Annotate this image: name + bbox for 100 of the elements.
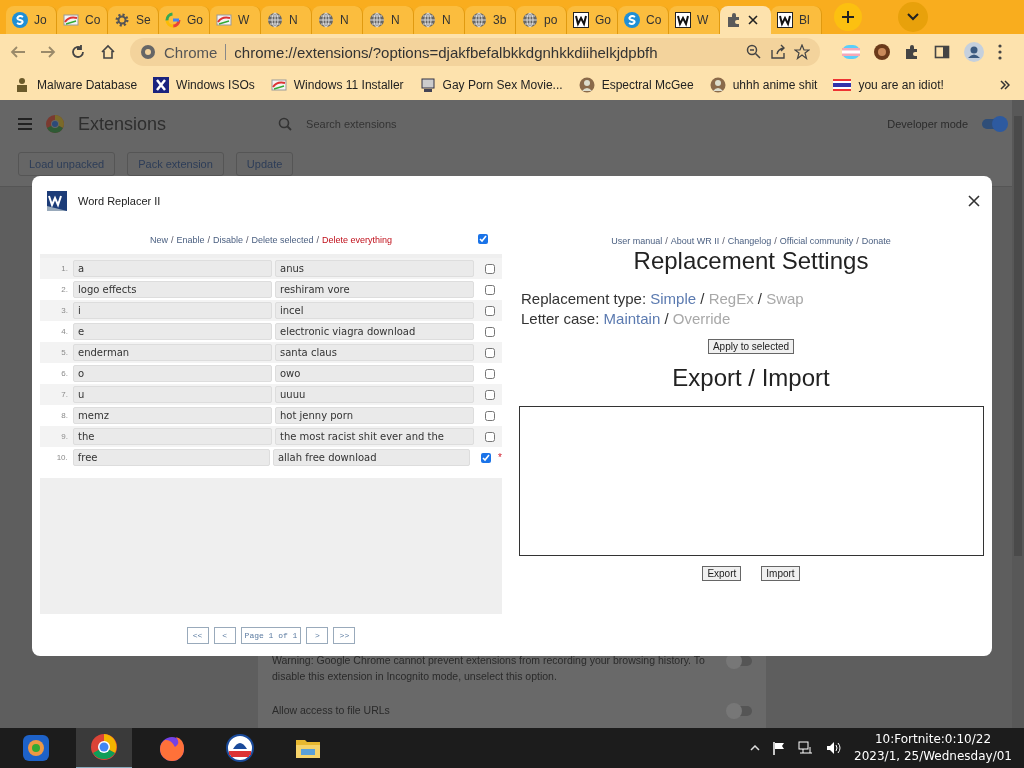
- replace-field[interactable]: hot jenny porn: [275, 407, 474, 424]
- back-icon[interactable]: [10, 44, 26, 60]
- replace-field[interactable]: the most racist shit ever and the: [275, 428, 474, 445]
- replace-field[interactable]: uuuu: [275, 386, 474, 403]
- replace-field[interactable]: santa claus: [275, 344, 474, 361]
- find-field[interactable]: o: [73, 365, 272, 382]
- chevron-up-icon[interactable]: [750, 745, 761, 751]
- find-field[interactable]: memz: [73, 407, 272, 424]
- toggle-switch[interactable]: [982, 119, 1006, 129]
- replace-field[interactable]: reshiram vore: [275, 281, 474, 298]
- speaker-icon[interactable]: [826, 741, 843, 755]
- action-link[interactable]: New: [149, 235, 168, 245]
- browser-tab[interactable]: Go: [159, 6, 210, 34]
- row-checkbox[interactable]: [485, 368, 495, 379]
- browser-tab[interactable]: Co: [57, 6, 108, 34]
- forward-icon[interactable]: [40, 44, 56, 60]
- close-icon[interactable]: [968, 195, 980, 207]
- find-field[interactable]: e: [73, 323, 272, 340]
- side-panel-icon[interactable]: [934, 44, 950, 60]
- row-checkbox[interactable]: [485, 410, 495, 421]
- tab-search-button[interactable]: [898, 2, 928, 32]
- toggle-switch[interactable]: [728, 706, 752, 716]
- profile-icon[interactable]: [964, 42, 984, 62]
- browser-tab[interactable]: W: [669, 6, 720, 34]
- bookmark[interactable]: Windows 11 Installer: [270, 77, 404, 93]
- browser-tab[interactable]: N: [312, 6, 363, 34]
- export-import-button[interactable]: Export: [702, 566, 742, 581]
- bookmark[interactable]: Malware Database: [14, 77, 138, 93]
- find-field[interactable]: logo effects: [73, 281, 272, 298]
- action-link[interactable]: Delete everything: [322, 235, 393, 245]
- replace-field[interactable]: incel: [275, 302, 474, 319]
- clock[interactable]: 10:Fortnite:0:10/22 2023/1, 25/Wednesday/01: [854, 731, 1012, 765]
- browser-tab[interactable]: Co: [618, 6, 669, 34]
- find-field[interactable]: a: [73, 260, 272, 277]
- browser-tab[interactable]: N: [363, 6, 414, 34]
- find-field[interactable]: i: [73, 302, 272, 319]
- find-field[interactable]: the: [73, 428, 272, 445]
- action-link[interactable]: Delete selected: [251, 235, 314, 245]
- replace-field[interactable]: anus: [275, 260, 474, 277]
- replace-field[interactable]: owo: [275, 365, 474, 382]
- info-link[interactable]: Changelog: [727, 236, 772, 246]
- browser-tab[interactable]: Go: [567, 6, 618, 34]
- zoom-out-icon[interactable]: [746, 44, 762, 60]
- action-link[interactable]: Disable: [212, 235, 243, 245]
- info-link[interactable]: Official community: [779, 236, 854, 246]
- pager-button[interactable]: <: [213, 626, 236, 644]
- puzzle-icon[interactable]: [904, 44, 920, 60]
- row-checkbox[interactable]: [485, 326, 495, 337]
- browser-tab[interactable]: po: [516, 6, 567, 34]
- apply-button[interactable]: Apply to selected: [707, 339, 795, 354]
- bookmark[interactable]: Gay Porn Sex Movie...: [419, 77, 563, 93]
- row-checkbox[interactable]: [485, 347, 495, 358]
- info-link[interactable]: User manual: [611, 236, 663, 246]
- info-link[interactable]: Donate: [861, 236, 891, 246]
- row-checkbox[interactable]: [485, 431, 495, 442]
- browser-tab[interactable]: Se: [108, 6, 159, 34]
- chrome-icon[interactable]: [89, 732, 119, 762]
- pager-button[interactable]: >>: [333, 626, 356, 644]
- action-link[interactable]: Enable: [176, 235, 205, 245]
- share-icon[interactable]: [770, 44, 786, 60]
- browser-tab[interactable]: Jo: [6, 6, 57, 34]
- home-icon[interactable]: [100, 44, 116, 60]
- row-checkbox[interactable]: [485, 389, 495, 400]
- option-link[interactable]: Simple: [650, 290, 697, 307]
- export-import-button[interactable]: Import: [761, 566, 800, 581]
- avatar-icon[interactable]: [874, 44, 890, 60]
- browser-tab[interactable]: N: [261, 6, 312, 34]
- flag-icon[interactable]: [772, 741, 787, 755]
- star-icon[interactable]: [794, 44, 810, 60]
- browser-tab[interactable]: 3b: [465, 6, 516, 34]
- double-chevron-icon[interactable]: [1000, 80, 1010, 90]
- menu-icon[interactable]: [18, 118, 32, 130]
- select-all-checkbox[interactable]: [478, 234, 488, 244]
- new-tab-button[interactable]: [834, 3, 862, 31]
- bookmark[interactable]: uhhh anime shit: [709, 77, 818, 93]
- pager-button[interactable]: <<: [186, 626, 209, 644]
- find-field[interactable]: u: [73, 386, 272, 403]
- bookmark[interactable]: you are an idiot!: [833, 78, 944, 92]
- logo-icon[interactable]: [225, 733, 255, 763]
- find-field[interactable]: free: [72, 449, 270, 466]
- option-link[interactable]: Maintain: [603, 310, 661, 327]
- find-field[interactable]: enderman: [73, 344, 272, 361]
- bookmark[interactable]: Espectral McGee: [578, 77, 694, 93]
- replace-field[interactable]: allah free download: [272, 449, 471, 466]
- pager-button[interactable]: >: [306, 626, 329, 644]
- browser-tab[interactable]: N: [414, 6, 465, 34]
- row-checkbox[interactable]: [485, 263, 495, 274]
- browser-tab[interactable]: [720, 6, 771, 34]
- browser-tab[interactable]: Bl: [771, 6, 822, 34]
- replace-field[interactable]: electronic viagra download: [275, 323, 474, 340]
- scrollbar[interactable]: [1012, 100, 1024, 728]
- reload-icon[interactable]: [70, 44, 86, 60]
- address-bar[interactable]: Chrome chrome://extensions/?options=djakfbefalbkkdgnhkkdiihelkjdpbfh: [130, 38, 820, 66]
- network-icon[interactable]: [798, 741, 815, 755]
- close-icon[interactable]: [748, 15, 758, 25]
- more-icon[interactable]: [998, 44, 1002, 60]
- row-checkbox[interactable]: [485, 284, 495, 295]
- row-checkbox[interactable]: [485, 305, 495, 316]
- bookmark[interactable]: Windows ISOs: [153, 77, 255, 93]
- browser-tab[interactable]: W: [210, 6, 261, 34]
